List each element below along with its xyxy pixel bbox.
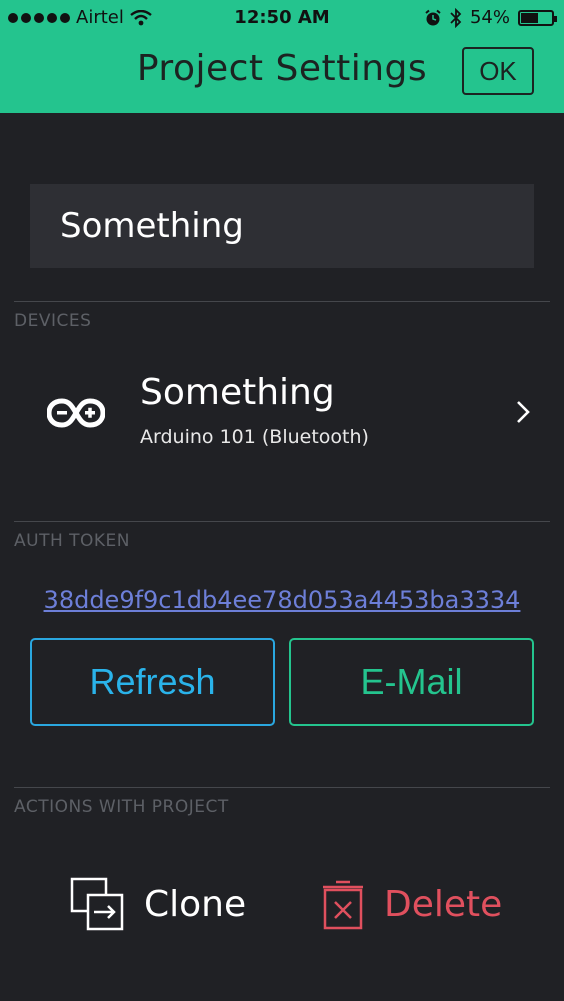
- clone-button[interactable]: Clone: [70, 876, 246, 932]
- device-name: Something: [140, 372, 335, 413]
- header-bar: Airtel 12:50 AM 54% Project Settings OK: [0, 0, 564, 113]
- clone-label: Clone: [144, 883, 247, 925]
- status-bar: Airtel 12:50 AM 54%: [0, 0, 564, 38]
- device-type: Arduino 101 (Bluetooth): [140, 426, 369, 448]
- alarm-icon: [425, 9, 441, 25]
- auth-token-link[interactable]: 38dde9f9c1db4ee78d053a4453ba3334: [0, 586, 564, 614]
- project-name-input[interactable]: Something: [30, 184, 534, 268]
- auth-token-section-label: AUTH TOKEN: [14, 531, 131, 551]
- delete-label: Delete: [384, 883, 503, 925]
- divider: [14, 787, 550, 788]
- status-right-group: 54%: [424, 7, 557, 28]
- clone-icon: [70, 877, 124, 931]
- divider: [14, 301, 550, 302]
- battery-icon: [518, 9, 557, 26]
- divider: [14, 521, 550, 522]
- delete-button[interactable]: Delete: [322, 876, 502, 932]
- email-button[interactable]: E-Mail: [289, 638, 534, 726]
- refresh-button[interactable]: Refresh: [30, 638, 275, 726]
- arduino-icon: [47, 398, 105, 428]
- devices-section-label: DEVICES: [14, 311, 92, 331]
- ok-button[interactable]: OK: [462, 47, 534, 95]
- actions-section-label: ACTIONS WITH PROJECT: [14, 797, 229, 817]
- chevron-right-icon: [517, 401, 530, 423]
- trash-icon: [323, 880, 363, 930]
- device-list-item[interactable]: Something Arduino 101 (Bluetooth): [0, 350, 564, 480]
- battery-percent: 54%: [469, 7, 510, 28]
- bluetooth-icon: [450, 7, 462, 28]
